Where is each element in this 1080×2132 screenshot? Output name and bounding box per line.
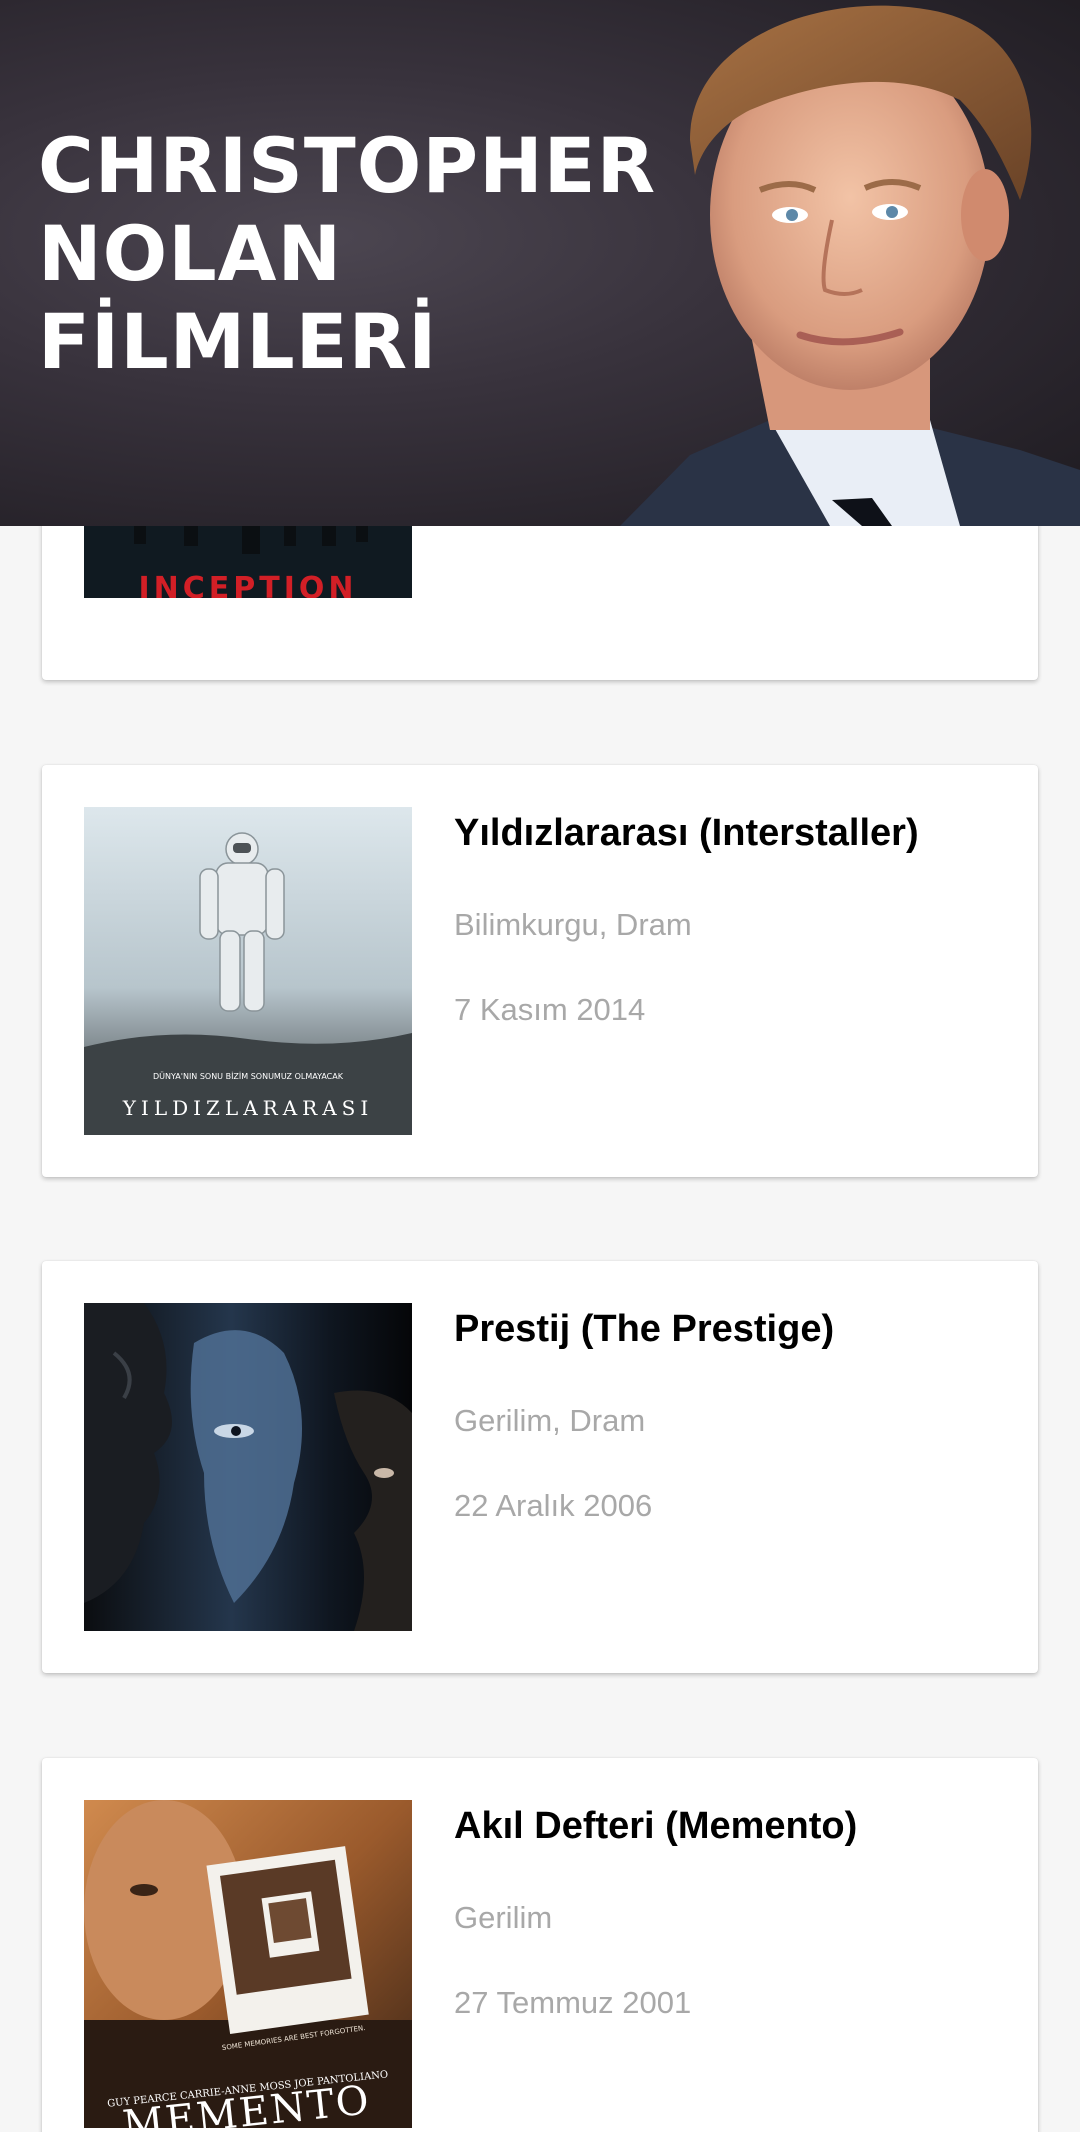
movie-release-date: 27 Temmuz 2001: [454, 1985, 692, 2020]
poster-tagline: DÜNYA'NIN SONU BİZİM SONUMUZ OLMAYACAK: [153, 1071, 344, 1081]
movie-poster: [84, 1303, 412, 1631]
movie-poster: SOME MEMORIES ARE BEST FORGOTTEN. GUY PE…: [84, 1800, 412, 2128]
movie-title: Prestij (The Prestige): [454, 1308, 835, 1350]
movie-card-prestige[interactable]: Prestij (The Prestige) Gerilim, Dram 22 …: [42, 1261, 1038, 1673]
page-title: CHRISTOPHER NOLAN FİLMLERİ: [38, 121, 657, 386]
movie-genre: Bilimkurgu, Dram: [454, 907, 692, 942]
movie-release-date: 22 Aralık 2006: [454, 1488, 653, 1523]
movie-card-interstellar[interactable]: DÜNYA'NIN SONU BİZİM SONUMUZ OLMAYACAK Y…: [42, 765, 1038, 1177]
movie-release-date: 7 Kasım 2014: [454, 992, 646, 1027]
movie-title: Akıl Defteri (Memento): [454, 1805, 858, 1847]
movie-genre: Gerilim, Dram: [454, 1403, 646, 1438]
movie-card-memento[interactable]: SOME MEMORIES ARE BEST FORGOTTEN. GUY PE…: [42, 1758, 1038, 2132]
poster-title-text: INCEPTION: [138, 571, 357, 598]
movie-genre: Gerilim: [454, 1900, 553, 1935]
movie-poster: DÜNYA'NIN SONU BİZİM SONUMUZ OLMAYACAK Y…: [84, 807, 412, 1135]
poster-title-text: YILDIZLARARASI: [122, 1096, 374, 1120]
header-banner: CHRISTOPHER NOLAN FİLMLERİ: [0, 0, 1080, 526]
page: INCEPTION CHRISTOPHER NOLAN FİLMLERİ DÜN…: [0, 0, 1080, 2132]
movie-title: Yıldızlararası (Interstaller): [454, 812, 919, 854]
director-portrait: [620, 5, 1080, 526]
